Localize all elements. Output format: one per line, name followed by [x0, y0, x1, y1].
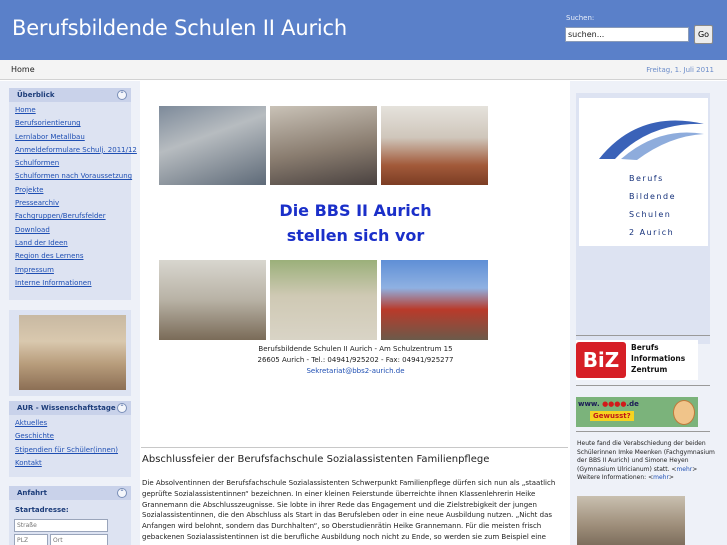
breadcrumb-home[interactable]: Home [11, 65, 35, 74]
aur-box-header[interactable]: AUR - Wissenschaftstage ⌃ [9, 401, 131, 415]
divider [576, 385, 710, 386]
biz-logo-icon: BiZ [576, 342, 626, 378]
headline-line-2: stellen sich vor [286, 226, 425, 245]
school-logo[interactable]: Berufs Bildende Schulen 2 Aurich [578, 97, 709, 247]
aur-box: AUR - Wissenschaftstage ⌃ Aktuelles Gesc… [9, 401, 131, 477]
photo-kitchen [381, 106, 488, 185]
headline-line-1: Die BBS II Aurich [279, 201, 432, 220]
directions-box-header[interactable]: Anfahrt ⌃ [9, 486, 131, 500]
site-title[interactable]: Berufsbildende Schulen II Aurich [12, 16, 347, 40]
nav-item-impressum[interactable]: Impressum [15, 264, 131, 277]
collapse-toggle-icon[interactable]: ⌃ [117, 90, 127, 100]
nav-item-fachgruppen[interactable]: Fachgruppen/Berufsfelder [15, 210, 131, 223]
nav-item-schulformen[interactable]: Schulformen [15, 157, 131, 170]
divider [576, 431, 710, 432]
collapse-toggle-icon[interactable]: ⌃ [117, 403, 127, 413]
divider [576, 335, 710, 336]
nav-item-interne-informationen[interactable]: Interne Informationen [15, 277, 131, 290]
nav-item-schulformen-voraussetzung[interactable]: Schulformen nach Voraussetzung [15, 170, 132, 183]
news-title[interactable]: Abschlussfeier der Berufsfachschule Sozi… [142, 454, 489, 465]
divider [141, 447, 568, 448]
overview-box-header[interactable]: Überblick ⌃ [9, 88, 131, 102]
aur-nav: Aktuelles Geschichte Stipendien für Schü… [9, 415, 131, 470]
nav-item-home[interactable]: Home [15, 104, 131, 117]
nav-item-download[interactable]: Download [15, 224, 131, 237]
nav-item-region-des-lernens[interactable]: Region des Lernens [15, 250, 131, 263]
main-content: Die BBS II Aurich stellen sich vor Beruf… [141, 81, 570, 545]
nav-item-projekte[interactable]: Projekte [15, 184, 131, 197]
job-banner-tagline: Gewusst? [590, 411, 634, 421]
info-more-link[interactable]: mehr [676, 466, 692, 473]
directions-box: Anfahrt ⌃ Startadresse: [9, 486, 131, 545]
city-field[interactable] [50, 534, 108, 545]
logo-swoosh-icon [599, 120, 704, 160]
overview-box: Überblick ⌃ Home Berufsorientierung Lern… [9, 88, 137, 300]
students-photo [577, 496, 685, 545]
biz-line-2: Informations [631, 354, 686, 363]
classroom-photo [19, 315, 126, 390]
photo-workshop [159, 106, 266, 185]
logo-word-1: Berufs [629, 174, 664, 183]
logo-word-3: Schulen [629, 210, 672, 219]
nav-item-pressearchiv[interactable]: Pressearchiv [15, 197, 131, 210]
sidebar-photo-box [9, 310, 131, 396]
start-address-label: Startadresse: [15, 506, 69, 514]
site-header: Berufsbildende Schulen II Aurich Suchen:… [0, 0, 727, 60]
logo-word-2: Bildende [629, 192, 677, 201]
aur-title: AUR - Wissenschaftstage [17, 404, 116, 412]
job-banner[interactable]: www. ●●●●.de Gewusst? [576, 397, 698, 427]
collapse-toggle-icon[interactable]: ⌃ [117, 488, 127, 498]
nav-item-lernlabor-metallbau[interactable]: Lernlabor Metallbau [15, 131, 131, 144]
info-text: Heute fand die Verabschiedung der beiden… [577, 440, 715, 481]
photo-boat-building [159, 260, 266, 340]
photo-students-outdoor [270, 260, 377, 340]
nav-item-stipendien[interactable]: Stipendien für Schüler(innen) [15, 444, 131, 457]
nav-item-geschichte[interactable]: Geschichte [15, 430, 131, 443]
left-sidebar: Überblick ⌃ Home Berufsorientierung Lern… [0, 81, 140, 545]
more-info-link[interactable]: mehr [653, 474, 669, 481]
nav-item-land-der-ideen[interactable]: Land der Ideen [15, 237, 131, 250]
logo-word-4: 2 Aurich [629, 228, 675, 237]
cartoon-face-icon [673, 400, 695, 425]
job-banner-url: www. ●●●●.de [578, 400, 639, 408]
address-line-2: 26605 Aurich - Tel.: 04941/925202 - Fax:… [257, 356, 454, 364]
address-line-1: Berufsbildende Schulen II Aurich - Am Sc… [258, 345, 453, 353]
street-field[interactable] [14, 519, 108, 532]
nav-item-kontakt[interactable]: Kontakt [15, 457, 131, 470]
right-sidebar: Berufs Bildende Schulen 2 Aurich BiZ Ber… [570, 81, 727, 545]
address-email-wrap: Sekretariat@bbs2-aurich.de [141, 366, 570, 377]
directions-title: Anfahrt [17, 489, 47, 497]
biz-line-3: Zentrum [631, 365, 668, 374]
news-text: Die Absolventinnen der Berufsfachschule … [142, 479, 556, 541]
biz-line-1: Berufs [631, 343, 659, 352]
nav-item-aktuelles[interactable]: Aktuelles [15, 417, 131, 430]
logo-box: Berufs Bildende Schulen 2 Aurich [576, 93, 710, 344]
current-date: Freitag, 1. Juli 2011 [646, 66, 714, 74]
search-go-button[interactable]: Go [694, 25, 713, 44]
email-link[interactable]: Sekretariat@bbs2-aurich.de [306, 367, 404, 375]
photo-classroom [270, 106, 377, 185]
zip-field[interactable] [14, 534, 48, 545]
biz-banner[interactable]: BiZ Berufs Informations Zentrum [576, 340, 698, 380]
nav-item-anmeldeformulare[interactable]: Anmeldeformulare Schulj. 2011/12 [15, 144, 137, 157]
photo-ship-dock [381, 260, 488, 340]
overview-nav: Home Berufsorientierung Lernlabor Metall… [9, 102, 137, 290]
breadcrumb: Home Freitag, 1. Juli 2011 [0, 60, 727, 80]
search-input[interactable] [565, 27, 689, 42]
overview-title: Überblick [17, 91, 55, 99]
search-label: Suchen: [566, 14, 595, 22]
nav-item-berufsorientierung[interactable]: Berufsorientierung [15, 117, 131, 130]
